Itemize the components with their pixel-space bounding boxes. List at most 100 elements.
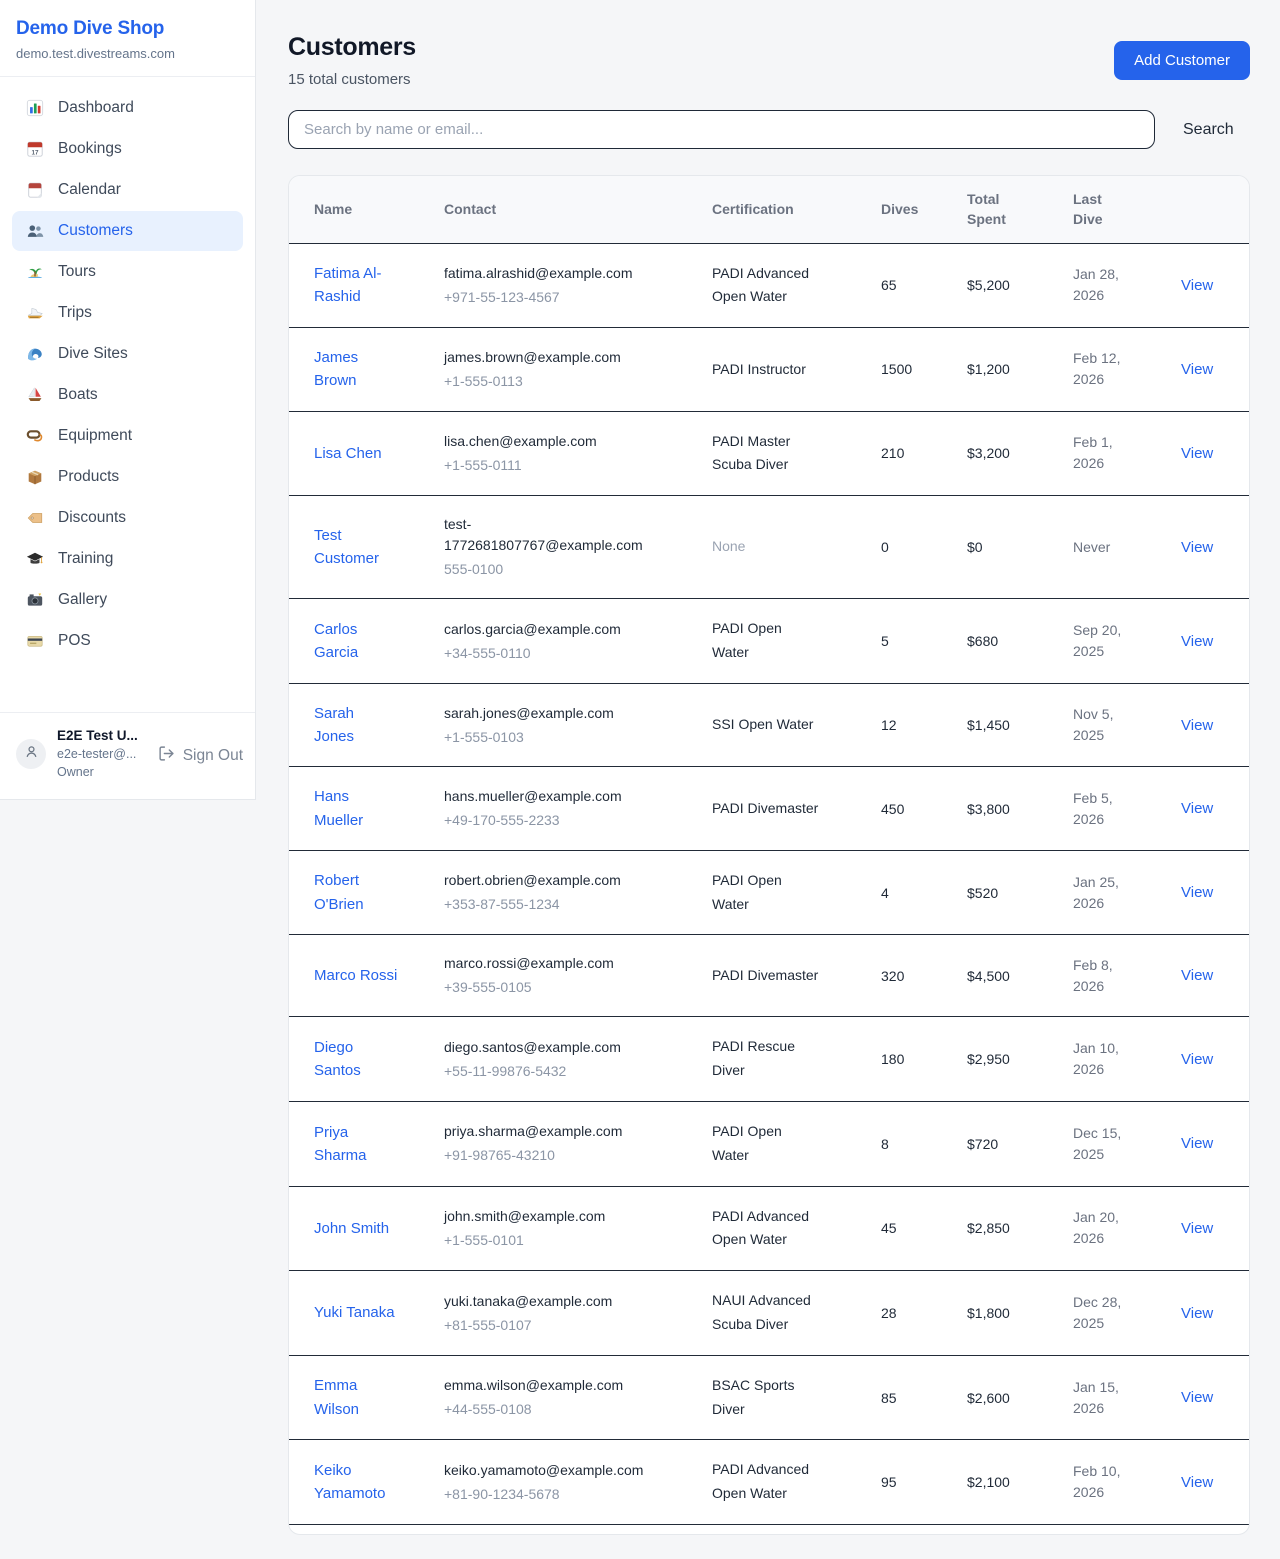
sailboat-icon — [26, 386, 44, 404]
column-header-last-dive: Last Dive — [1063, 176, 1171, 243]
customer-last-dive: Jan 20, 2026 — [1073, 1207, 1131, 1249]
sidebar-item-label: Boats — [58, 386, 98, 404]
shop-title[interactable]: Demo Dive Shop — [16, 18, 239, 40]
table-row: Fatima Al-Rashidfatima.alrashid@example.… — [289, 243, 1249, 328]
sidebar-item-training[interactable]: Training — [12, 539, 243, 579]
sidebar-item-bookings[interactable]: 17 Bookings — [12, 129, 243, 169]
customer-name-link[interactable]: Robert O'Brien — [314, 869, 398, 916]
customer-dives: 8 — [881, 1136, 889, 1152]
customer-last-dive: Nov 5, 2025 — [1073, 704, 1131, 746]
sign-out-button[interactable]: Sign Out — [158, 745, 243, 767]
customer-dives: 450 — [881, 801, 904, 817]
customer-phone: +1-555-0111 — [444, 455, 692, 476]
customer-name-link[interactable]: Emma Wilson — [314, 1374, 398, 1421]
sidebar-item-dive-sites[interactable]: Dive Sites — [12, 334, 243, 374]
customer-name-link[interactable]: John Smith — [314, 1217, 389, 1240]
sidebar-item-boats[interactable]: Boats — [12, 375, 243, 415]
customer-email: lisa.chen@example.com — [444, 431, 644, 452]
sidebar-nav: Dashboard 17 Bookings Calendar Customers Tour… — [0, 77, 255, 712]
sidebar-item-products[interactable]: Products — [12, 457, 243, 497]
view-customer-link[interactable]: View — [1181, 1051, 1213, 1068]
customer-dives: 4 — [881, 885, 889, 901]
customer-last-dive: Jan 15, 2026 — [1073, 1377, 1131, 1419]
customer-last-dive: Dec 28, 2025 — [1073, 1292, 1131, 1334]
customer-total-spent: $2,600 — [967, 1390, 1010, 1406]
customer-phone: 555-0100 — [444, 559, 692, 580]
camera-icon — [26, 591, 44, 609]
view-customer-link[interactable]: View — [1181, 1305, 1213, 1322]
sidebar-item-dashboard[interactable]: Dashboard — [12, 88, 243, 128]
svg-text:17: 17 — [31, 149, 39, 156]
view-customer-link[interactable]: View — [1181, 1474, 1213, 1491]
customer-total-spent: $680 — [967, 633, 998, 649]
customer-name-link[interactable]: James Brown — [314, 346, 398, 393]
view-customer-link[interactable]: View — [1181, 1135, 1213, 1152]
sidebar-item-discounts[interactable]: Discounts — [12, 498, 243, 538]
sidebar-item-label: Bookings — [58, 140, 122, 158]
view-customer-link[interactable]: View — [1181, 1220, 1213, 1237]
view-customer-link[interactable]: View — [1181, 884, 1213, 901]
view-customer-link[interactable]: View — [1181, 717, 1213, 734]
view-customer-link[interactable]: View — [1181, 277, 1213, 294]
customer-phone: +39-555-0105 — [444, 977, 692, 998]
customer-name-link[interactable]: Hans Mueller — [314, 785, 398, 832]
view-customer-link[interactable]: View — [1181, 800, 1213, 817]
customer-name-link[interactable]: Marco Rossi — [314, 964, 397, 987]
customer-last-dive: Dec 15, 2025 — [1073, 1123, 1131, 1165]
sidebar-item-trips[interactable]: Trips — [12, 293, 243, 333]
sidebar-item-label: Customers — [58, 222, 133, 240]
customer-dives: 95 — [881, 1474, 897, 1490]
search-input[interactable] — [288, 110, 1155, 149]
view-customer-link[interactable]: View — [1181, 633, 1213, 650]
search-button[interactable]: Search — [1183, 121, 1234, 139]
customer-name-link[interactable]: Priya Sharma — [314, 1121, 398, 1168]
user-icon — [22, 742, 41, 766]
customer-total-spent: $1,450 — [967, 717, 1010, 733]
user-info: E2E Test U... e2e-tester@... Owner — [57, 727, 138, 781]
sidebar-item-gallery[interactable]: Gallery — [12, 580, 243, 620]
customers-table-card: Name Contact Certification Dives Total S… — [288, 175, 1250, 1535]
customer-dives: 0 — [881, 539, 889, 555]
view-customer-link[interactable]: View — [1181, 539, 1213, 556]
calendar-icon — [26, 181, 44, 199]
sidebar: Demo Dive Shop demo.test.divestreams.com… — [0, 0, 256, 800]
view-customer-link[interactable]: View — [1181, 445, 1213, 462]
customer-name-link[interactable]: Diego Santos — [314, 1036, 398, 1083]
customer-last-dive: Feb 1, 2026 — [1073, 432, 1131, 474]
table-row: Priya Sharmapriya.sharma@example.com+91-… — [289, 1102, 1249, 1187]
customer-total-spent: $2,850 — [967, 1220, 1010, 1236]
add-customer-button[interactable]: Add Customer — [1114, 41, 1250, 80]
customer-name-link[interactable]: Lisa Chen — [314, 442, 382, 465]
customer-name-link[interactable]: Keiko Yamamoto — [314, 1459, 398, 1506]
customer-certification: SSI Open Water — [712, 713, 813, 737]
customer-name-link[interactable]: Yuki Tanaka — [314, 1301, 395, 1324]
customer-phone: +81-555-0107 — [444, 1315, 692, 1336]
customer-name-link[interactable]: Sarah Jones — [314, 702, 398, 749]
customer-name-link[interactable]: Carlos Garcia — [314, 618, 398, 665]
customer-last-dive: Jan 10, 2026 — [1073, 1038, 1131, 1080]
sidebar-item-tours[interactable]: Tours — [12, 252, 243, 292]
sidebar-item-pos[interactable]: POS — [12, 621, 243, 661]
customer-last-dive: Feb 10, 2026 — [1073, 1461, 1131, 1503]
sidebar-item-calendar[interactable]: Calendar — [12, 170, 243, 210]
customer-phone: +55-11-99876-5432 — [444, 1061, 692, 1082]
view-customer-link[interactable]: View — [1181, 967, 1213, 984]
customer-last-dive: Jan 28, 2026 — [1073, 264, 1131, 306]
customer-name-link[interactable]: Test Customer — [314, 524, 398, 571]
view-customer-link[interactable]: View — [1181, 1389, 1213, 1406]
table-row: James Brownjames.brown@example.com+1-555… — [289, 328, 1249, 412]
speedboat-icon — [26, 304, 44, 322]
column-header-actions — [1171, 176, 1249, 243]
customer-last-dive: Feb 12, 2026 — [1073, 348, 1131, 390]
customer-name-link[interactable]: Fatima Al-Rashid — [314, 262, 398, 309]
customer-phone: +1-555-0113 — [444, 371, 692, 392]
table-row: Emma Wilsonemma.wilson@example.com+44-55… — [289, 1355, 1249, 1440]
table-header-row: Name Contact Certification Dives Total S… — [289, 176, 1249, 243]
sidebar-item-customers[interactable]: Customers — [12, 211, 243, 251]
customer-dives: 1500 — [881, 361, 912, 377]
view-customer-link[interactable]: View — [1181, 361, 1213, 378]
sidebar-item-equipment[interactable]: Equipment — [12, 416, 243, 456]
customers-table: Name Contact Certification Dives Total S… — [289, 176, 1249, 1525]
customer-email: john.smith@example.com — [444, 1206, 644, 1227]
customer-email: diego.santos@example.com — [444, 1037, 644, 1058]
